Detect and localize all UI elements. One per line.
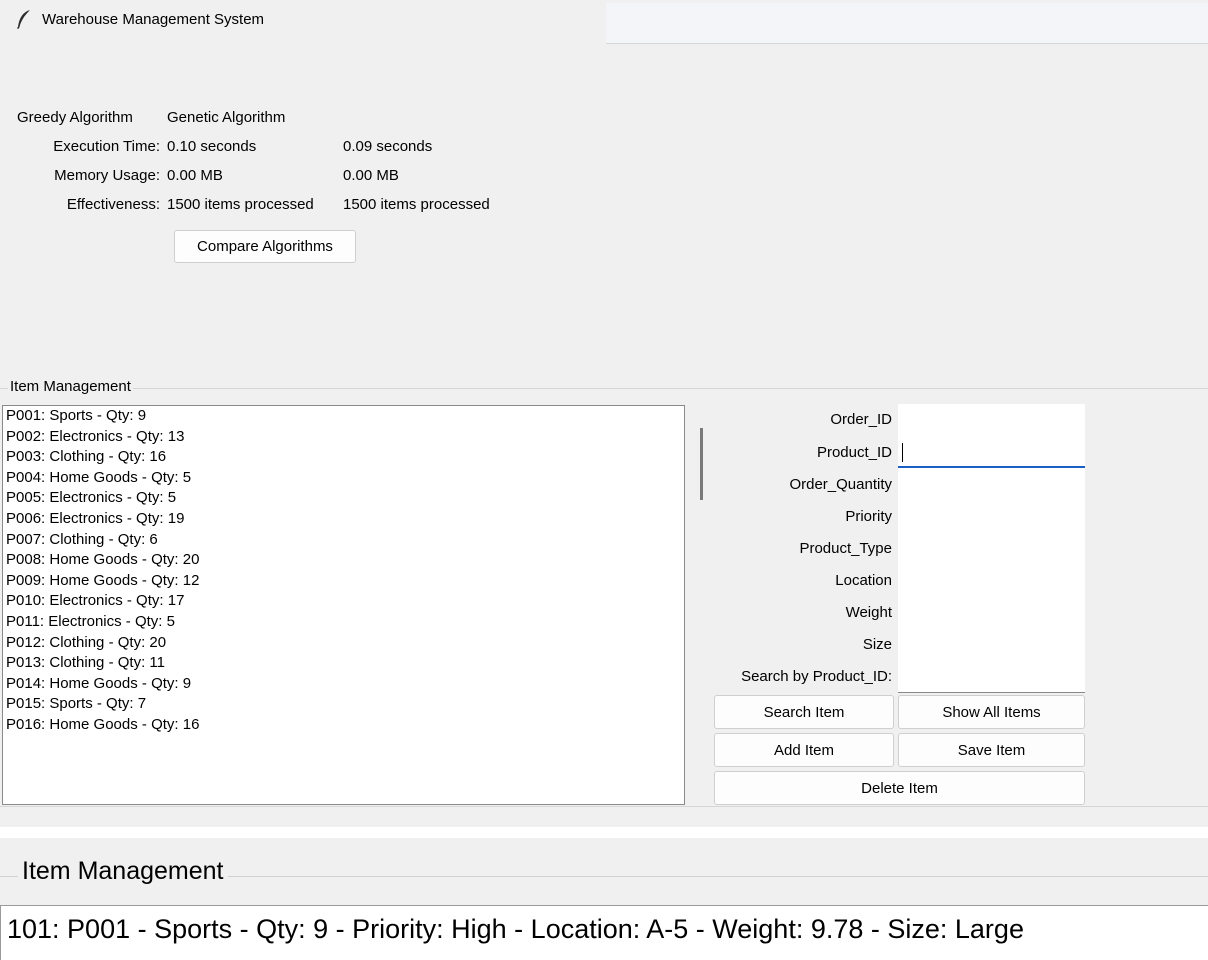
list-item[interactable]: P004: Home Goods - Qty: 5	[3, 468, 684, 489]
order-id-field[interactable]	[898, 404, 1085, 437]
weight-field[interactable]	[898, 596, 1085, 629]
search-product-id-label: Search by Product_ID:	[741, 668, 892, 685]
show-all-items-button[interactable]: Show All Items	[898, 695, 1085, 729]
memory-usage-label: Memory Usage:	[54, 167, 160, 184]
effectiveness-label: Effectiveness:	[66, 196, 160, 213]
items-listbox[interactable]: P001: Sports - Qty: 9 P002: Electronics …	[2, 405, 685, 805]
list-item[interactable]: P016: Home Goods - Qty: 16	[3, 715, 684, 736]
group-border	[0, 388, 1208, 389]
location-field[interactable]	[898, 564, 1085, 597]
list-item[interactable]: P001: Sports - Qty: 9	[3, 406, 684, 427]
save-item-button[interactable]: Save Item	[898, 733, 1085, 767]
list-item[interactable]: P003: Clothing - Qty: 16	[3, 447, 684, 468]
greedy-effectiveness: 1500 items processed	[167, 196, 314, 213]
list-item[interactable]: P002: Electronics - Qty: 13	[3, 427, 684, 448]
group-bottom-border	[0, 806, 1208, 807]
greedy-memory-usage: 0.00 MB	[167, 167, 223, 184]
add-item-button[interactable]: Add Item	[714, 733, 894, 767]
product-type-field[interactable]	[898, 532, 1085, 565]
window-title: Warehouse Management System	[42, 11, 265, 28]
genetic-memory-usage: 0.00 MB	[343, 167, 399, 184]
text-caret	[902, 443, 903, 462]
list-item[interactable]: P012: Clothing - Qty: 20	[3, 633, 684, 654]
product-type-label: Product_Type	[799, 540, 892, 557]
compare-algorithms-button[interactable]: Compare Algorithms	[174, 230, 356, 263]
order-quantity-label: Order_Quantity	[789, 476, 892, 493]
title-bar: Warehouse Management System	[0, 0, 1208, 44]
list-item[interactable]: P008: Home Goods - Qty: 20	[3, 550, 684, 571]
genetic-execution-time: 0.09 seconds	[343, 138, 433, 155]
order-quantity-field[interactable]	[898, 468, 1085, 501]
list-item[interactable]: P005: Electronics - Qty: 5	[3, 488, 684, 509]
size-field[interactable]	[898, 628, 1085, 661]
search-product-id-field[interactable]	[898, 660, 1085, 693]
list-item[interactable]: P006: Electronics - Qty: 19	[3, 509, 684, 530]
genetic-header: Genetic Algorithm	[167, 109, 286, 126]
greedy-execution-time: 0.10 seconds	[167, 138, 257, 155]
priority-label: Priority	[845, 508, 892, 525]
list-item[interactable]: P014: Home Goods - Qty: 9	[3, 674, 684, 695]
weight-label: Weight	[845, 604, 892, 621]
delete-item-button[interactable]: Delete Item	[714, 771, 1085, 805]
genetic-effectiveness: 1500 items processed	[343, 196, 490, 213]
zoomed-item-management-title: Item Management	[18, 857, 228, 886]
title-bar-background	[606, 3, 1208, 44]
list-item[interactable]: P007: Clothing - Qty: 6	[3, 530, 684, 551]
zoomed-items-listbox[interactable]: 101: P001 - Sports - Qty: 9 - Priority: …	[0, 905, 1208, 960]
priority-field[interactable]	[898, 500, 1085, 533]
greedy-header: Greedy Algorithm	[17, 109, 133, 126]
list-item[interactable]: P009: Home Goods - Qty: 12	[3, 571, 684, 592]
search-item-button[interactable]: Search Item	[714, 695, 894, 729]
product-id-label: Product_ID	[816, 444, 892, 461]
order-id-label: Order_ID	[830, 411, 892, 428]
list-item[interactable]: P011: Electronics - Qty: 5	[3, 612, 684, 633]
list-item[interactable]: P013: Clothing - Qty: 11	[3, 653, 684, 674]
item-management-title: Item Management	[8, 378, 133, 395]
zoomed-list-item[interactable]: 101: P001 - Sports - Qty: 9 - Priority: …	[7, 914, 1024, 945]
app-window: Warehouse Management System Greedy Algor…	[0, 0, 1208, 827]
list-item[interactable]: P015: Sports - Qty: 7	[3, 694, 684, 715]
location-label: Location	[835, 572, 892, 589]
product-id-field[interactable]	[898, 435, 1085, 468]
size-label: Size	[862, 636, 892, 653]
execution-time-label: Execution Time:	[53, 138, 160, 155]
feather-icon	[16, 10, 30, 29]
list-item[interactable]: P010: Electronics - Qty: 17	[3, 591, 684, 612]
